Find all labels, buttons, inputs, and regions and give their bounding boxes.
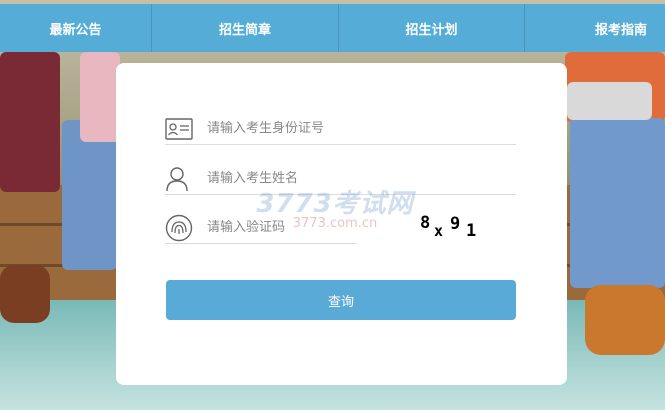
nav-item-label: 招生计划 (405, 22, 458, 38)
captcha-char: 8 (420, 213, 431, 233)
nav-item-application-guide[interactable]: 报考指南 (525, 4, 665, 52)
name-field (165, 163, 516, 195)
captcha-image[interactable]: 8 x 9 1 (412, 211, 488, 245)
captcha-char: 9 (450, 214, 461, 234)
bg-person-left-jeans (62, 120, 117, 270)
verify-code-field (165, 212, 357, 244)
user-icon (165, 165, 195, 193)
nav-item-latest-notice[interactable]: 最新公告 (0, 4, 152, 52)
captcha-char: 1 (466, 221, 477, 241)
bg-tablet (567, 82, 652, 120)
id-number-input[interactable] (207, 121, 507, 136)
name-input[interactable] (207, 171, 507, 186)
id-card-icon (165, 115, 195, 143)
nav-item-admission-brochure[interactable]: 招生简章 (152, 4, 339, 52)
verify-code-input[interactable] (207, 220, 347, 235)
bg-person-left (0, 52, 60, 192)
top-nav: 最新公告 招生简章 招生计划 报考指南 (0, 4, 665, 52)
bg-boot-left (0, 265, 50, 323)
nav-item-admission-plan[interactable]: 招生计划 (339, 4, 525, 52)
bg-shoe-right (585, 285, 665, 355)
query-form-panel: 8 x 9 1 查询 (116, 63, 567, 385)
bg-person-left-shirt (80, 52, 120, 142)
nav-item-label: 招生简章 (218, 22, 271, 38)
bg-person-right-jeans (570, 118, 665, 288)
nav-item-label: 报考指南 (594, 22, 647, 38)
query-button[interactable]: 查询 (166, 280, 516, 320)
id-number-field (165, 113, 516, 145)
fingerprint-icon (165, 214, 195, 242)
captcha-char: x (434, 222, 444, 240)
nav-item-label: 最新公告 (49, 22, 102, 38)
